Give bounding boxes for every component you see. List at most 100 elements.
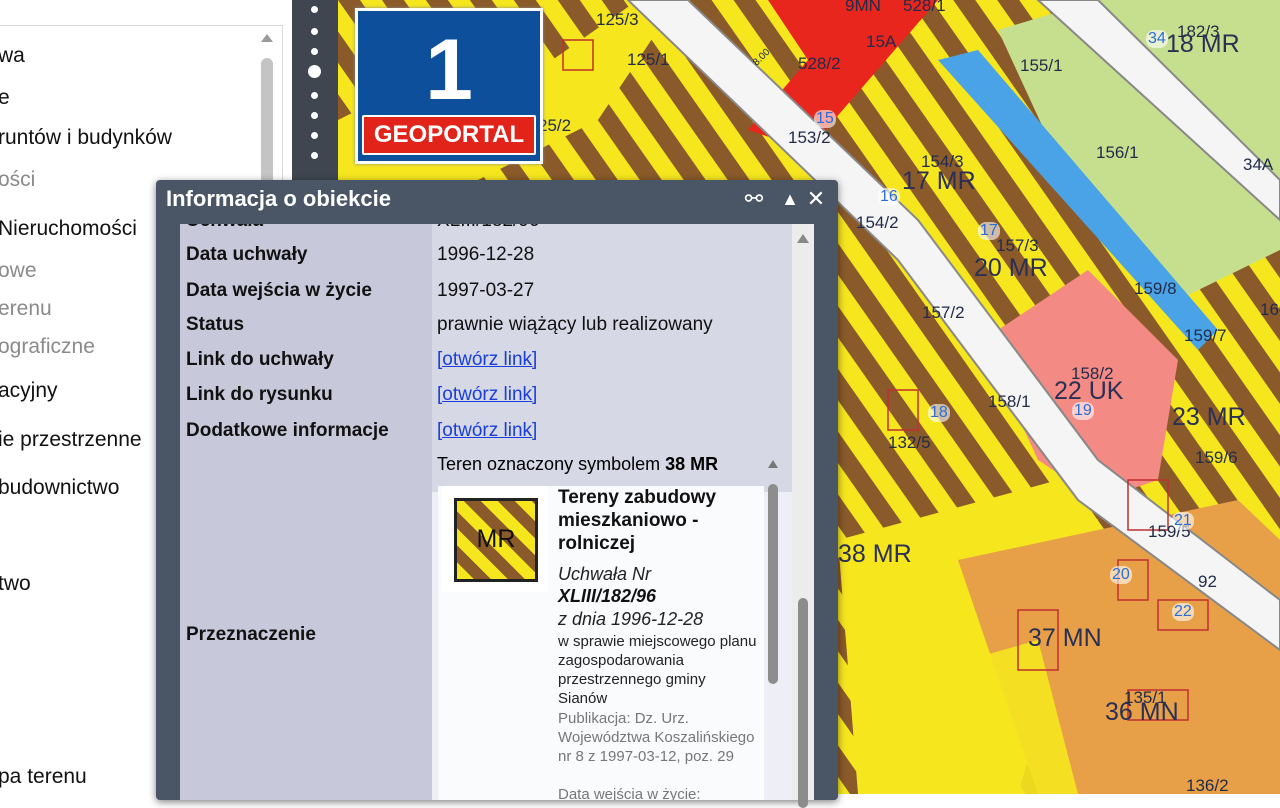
dot-icon: [311, 152, 318, 159]
close-icon[interactable]: ✕: [804, 186, 828, 212]
address-number-badge: 22: [1172, 603, 1194, 621]
layer-item[interactable]: ości: [0, 168, 35, 192]
map-parcel-label: 136/2: [1186, 776, 1229, 794]
zone-symbol-legend: MR: [442, 486, 548, 592]
geoportal-logo[interactable]: 1 GEOPORTAL: [355, 8, 543, 164]
resolution-date: z dnia 1996-12-28: [558, 609, 704, 629]
map-parcel-label: 154/2: [856, 213, 899, 232]
property-label: Link do rysunku: [186, 384, 333, 405]
dot-icon: [311, 112, 318, 119]
property-label: Data uchwały: [186, 244, 308, 265]
object-info-dialog[interactable]: Informacja o obiekcie ⚯ ▲ ✕ Uchwała XLII…: [156, 180, 838, 808]
dot-icon: [311, 48, 318, 55]
logo-text: GEOPORTAL: [362, 115, 536, 155]
map-parcel-label: 34A: [1243, 155, 1274, 174]
purpose-detail-box: MR Tereny zabudowy mieszkaniowo - rolnic…: [438, 460, 778, 800]
logo-number: 1: [425, 22, 473, 118]
drawing-link[interactable]: [otwórz link]: [437, 384, 537, 406]
property-value: XLIII/182/96: [437, 224, 539, 232]
layer-item[interactable]: owe: [0, 259, 37, 283]
map-parcel-label: 156/1: [1096, 143, 1139, 162]
scrollbar-thumb[interactable]: [768, 484, 778, 684]
map-zone-label: 23 MR: [1172, 403, 1246, 431]
address-number-badge: 18: [928, 404, 950, 422]
map-parcel-label: 528/1: [903, 0, 946, 15]
map-parcel-label: 125/3: [596, 10, 639, 29]
label-column: [180, 224, 432, 800]
address-number-badge: 15: [814, 110, 836, 128]
collapse-icon[interactable]: ▲: [778, 186, 802, 212]
layer-item[interactable]: ie przestrzenne: [0, 428, 142, 452]
map-parcel-label: 158/1: [988, 392, 1031, 411]
map-zone-label: 38 MR: [838, 540, 912, 568]
dot-icon: [311, 28, 318, 35]
dialog-body: Uchwała XLIII/182/96 Data uchwały 1996-1…: [180, 224, 792, 800]
property-value: 1996-12-28: [437, 244, 535, 265]
resolution-label: Uchwała Nr: [558, 564, 652, 584]
dot-icon: [311, 92, 318, 99]
scroll-up-arrow-icon[interactable]: [261, 34, 273, 42]
layer-item[interactable]: runtów i budynków: [0, 126, 172, 150]
layer-item[interactable]: acyjny: [0, 379, 58, 403]
entry-into-force-label: Data wejścia w życie:: [558, 786, 701, 800]
dot-icon: [311, 6, 318, 13]
resolution-number: XLIII/182/96: [558, 586, 657, 606]
layer-item[interactable]: wa: [0, 44, 25, 68]
address-number-badge: 21: [1172, 512, 1194, 530]
scrollbar-thumb[interactable]: [798, 598, 808, 808]
layer-item[interactable]: ograficzne: [0, 335, 95, 359]
property-value: 1997-03-27: [437, 280, 535, 301]
map-parcel-label: 125/1: [627, 50, 670, 69]
map-parcel-label: 159/8: [1134, 279, 1177, 298]
scrollbar-thumb[interactable]: [261, 58, 273, 198]
address-number-badge: 17: [978, 222, 1000, 240]
zone-pattern-icon: MR: [454, 498, 538, 582]
dot-icon: [308, 65, 321, 78]
property-label: Przeznaczenie: [186, 624, 316, 645]
property-label: Status: [186, 314, 245, 335]
layer-item[interactable]: e: [0, 86, 10, 110]
map-parcel-label: 132/5: [888, 433, 931, 452]
zone-title: Tereny zabudowy mieszkaniowo - rolniczej: [558, 487, 717, 554]
dialog-controls: ⚯ ▲ ✕: [742, 186, 832, 214]
map-parcel-label: 157/2: [922, 303, 965, 322]
map-zone-label: 36 MN: [1105, 698, 1179, 726]
link-icon[interactable]: ⚯: [742, 186, 766, 212]
property-label: Uchwała: [186, 224, 263, 232]
map-zone-label: 18 MR: [1166, 30, 1240, 58]
address-number-badge: 20: [1110, 566, 1132, 584]
purpose-scrollbar[interactable]: [764, 454, 782, 794]
address-number-badge: 16: [878, 188, 900, 206]
dialog-scrollbar[interactable]: [792, 224, 814, 808]
property-value: prawnie wiążący lub realizowany: [437, 314, 713, 335]
resolution-link[interactable]: [otwórz link]: [437, 349, 537, 371]
layer-item[interactable]: pa terenu: [0, 765, 87, 789]
zone-symbol-text: MR: [476, 525, 516, 553]
map-zone-label: 37 MN: [1028, 624, 1102, 652]
layer-item[interactable]: Nieruchomości: [0, 217, 137, 241]
map-parcel-label: 528/2: [798, 54, 841, 73]
address-number-badge: 19: [1072, 402, 1094, 420]
layer-item[interactable]: erenu: [0, 297, 52, 321]
map-parcel-label: 159/6: [1195, 448, 1238, 467]
map-parcel-label: 153/2: [788, 128, 831, 147]
layer-item[interactable]: budownictwo: [0, 476, 119, 500]
resolution-subject: w sprawie miejscowego planu zagospodarow…: [558, 633, 757, 707]
purpose-header: Teren oznaczony symbolem 38 MR: [437, 454, 718, 475]
property-label: Dodatkowe informacje: [186, 420, 389, 441]
publication-info: Publikacja: Dz. Urz. Województwa Koszali…: [558, 710, 755, 765]
scroll-up-arrow-icon[interactable]: [797, 234, 809, 243]
address-number-badge: 34: [1146, 30, 1168, 48]
map-parcel-label: 160: [1260, 300, 1280, 319]
purpose-symbol: 38 MR: [665, 454, 719, 474]
map-zone-label: 17 MR: [902, 167, 976, 195]
map-parcel-label: 9MN: [845, 0, 881, 15]
dot-icon: [311, 132, 318, 139]
dialog-title[interactable]: Informacja o obiekcie: [166, 186, 391, 212]
map-parcel-label: 159/7: [1184, 326, 1227, 345]
map-parcel-label: 155/1: [1020, 56, 1063, 75]
scroll-up-arrow-icon[interactable]: [768, 460, 778, 468]
layer-item[interactable]: two: [0, 572, 31, 596]
additional-info-link[interactable]: [otwórz link]: [437, 420, 537, 442]
property-label: Link do uchwały: [186, 349, 334, 370]
